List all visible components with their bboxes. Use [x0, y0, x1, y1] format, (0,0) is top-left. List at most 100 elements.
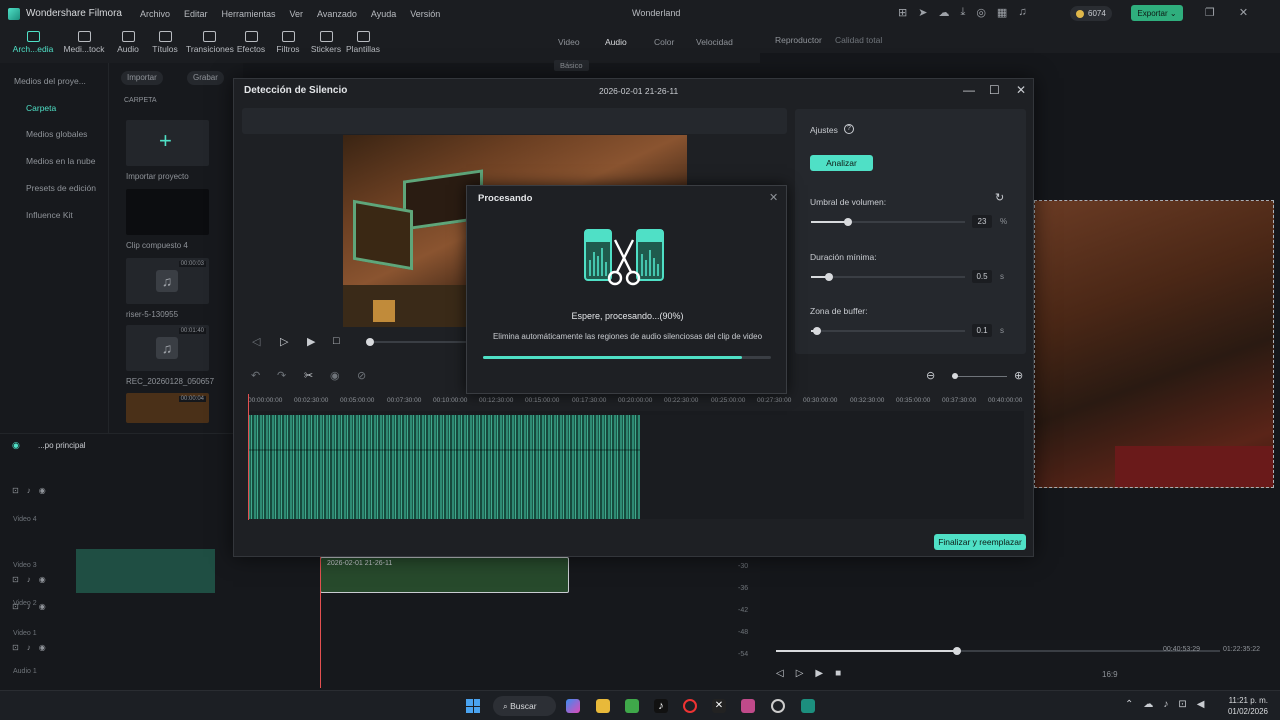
restore-icon[interactable]: ❐	[1205, 6, 1215, 19]
minimize-icon[interactable]: —	[963, 83, 975, 97]
duration-value[interactable]: 0.5	[972, 270, 992, 283]
cloud-icon[interactable]: ☁	[938, 6, 949, 19]
nav-influence-kit[interactable]: Influence Kit	[26, 210, 73, 220]
menu-archivo[interactable]: Archivo	[140, 9, 170, 19]
menu-avanzado[interactable]: Avanzado	[317, 9, 357, 19]
media-item[interactable]: Clip compuesto 4	[126, 189, 209, 250]
timeline-name[interactable]: ...po principal	[38, 441, 86, 450]
track-controls[interactable]: ⊡♪◉	[12, 643, 54, 652]
apps-icon[interactable]: ▦	[997, 6, 1007, 19]
taskbar-clock[interactable]: 11:21 p. m. 01/02/2026	[1220, 695, 1268, 717]
minecraft-icon[interactable]	[625, 699, 639, 713]
menu-ver[interactable]: Ver	[290, 9, 304, 19]
nav-folder[interactable]: Carpeta	[26, 103, 56, 113]
menu-ayuda[interactable]: Ayuda	[371, 9, 396, 19]
analyze-button[interactable]: Analizar	[810, 155, 873, 171]
close-window-icon[interactable]: ✕	[1239, 6, 1248, 19]
media-item[interactable]: 00:01:40 ♫ REC_20260128_050657	[126, 325, 214, 386]
tool-stock[interactable]: Medi...tock	[62, 31, 106, 54]
play-icon[interactable]: ▶	[307, 335, 315, 348]
zoom-in-icon[interactable]: ⊕	[1014, 369, 1023, 382]
opera-icon[interactable]	[683, 699, 697, 713]
obs-icon[interactable]	[771, 699, 785, 713]
audio-clip[interactable]	[76, 549, 215, 593]
volume-knob[interactable]	[843, 218, 852, 226]
file-explorer-icon[interactable]	[596, 699, 610, 713]
dialog-scrubber-knob[interactable]	[366, 338, 374, 346]
tool-templates[interactable]: Plantillas	[341, 31, 385, 54]
buffer-value[interactable]: 0.1	[972, 324, 992, 337]
tab-color[interactable]: Color	[654, 37, 674, 47]
close-processing-icon[interactable]: ✕	[769, 191, 778, 204]
record-button[interactable]: Grabar	[187, 71, 224, 85]
app-icon[interactable]	[741, 699, 755, 713]
menu-editar[interactable]: Editar	[184, 9, 208, 19]
redo-icon[interactable]: ↷	[277, 369, 286, 382]
credits-badge[interactable]: 6074	[1070, 6, 1112, 21]
help-icon[interactable]: ?	[844, 124, 854, 134]
dialog-audio-track[interactable]	[248, 411, 1024, 519]
zoom-knob[interactable]	[952, 373, 958, 379]
gift-icon[interactable]: ⊞	[898, 6, 907, 19]
taskbar-search[interactable]: ⌕ Buscar	[493, 696, 556, 716]
import-button[interactable]: Importar	[121, 71, 163, 85]
capcut-icon[interactable]: ✕	[712, 699, 726, 713]
player-preview[interactable]	[1034, 200, 1274, 488]
dialog-scrubber[interactable]	[374, 341, 474, 343]
media-item[interactable]: 00:00:04	[126, 393, 209, 423]
tool-titles[interactable]: Títulos	[143, 31, 187, 54]
duration-knob[interactable]	[825, 273, 834, 281]
prev-frame-icon[interactable]: ◁	[252, 335, 260, 348]
send-icon[interactable]: ➤	[918, 6, 927, 19]
tiktok-icon[interactable]: ♪	[654, 699, 668, 713]
duration-slider[interactable]	[811, 273, 965, 281]
track-controls[interactable]: ⊡♪◉	[12, 486, 54, 495]
nav-cloud-media[interactable]: Medios en la nube	[26, 156, 95, 166]
buffer-knob[interactable]	[813, 327, 822, 335]
playback-controls[interactable]: ◁▷▶■	[776, 668, 853, 679]
video-clip[interactable]: 2026-02-01 21-26-11	[320, 557, 569, 593]
undo-icon[interactable]: ↶	[251, 369, 260, 382]
menu-herramientas[interactable]: Herramientas	[222, 9, 276, 19]
maximize-icon[interactable]: ☐	[989, 83, 1000, 97]
import-project-tile[interactable]: + Importar proyecto	[126, 120, 209, 181]
filmora-taskbar-icon[interactable]	[801, 699, 815, 713]
volume-slider[interactable]	[811, 218, 965, 226]
tab-video[interactable]: Video	[558, 37, 580, 47]
reset-icon[interactable]: ↻	[995, 191, 1004, 204]
system-tray[interactable]: ⌃☁♪⊡◀	[1125, 699, 1214, 710]
player-scrubber[interactable]	[776, 647, 1220, 655]
dialog-playhead[interactable]	[248, 394, 249, 520]
close-dialog-icon[interactable]: ✕	[1016, 83, 1026, 97]
menu-version[interactable]: Versión	[410, 9, 440, 19]
tab-basic[interactable]: Básico	[554, 60, 589, 71]
tool-media[interactable]: Arch...edia	[11, 31, 55, 54]
zoom-slider[interactable]	[952, 376, 1007, 377]
buffer-slider[interactable]	[811, 327, 965, 335]
scissors-icon[interactable]: ✂	[304, 369, 313, 382]
track-controls[interactable]: ⊡♪◉	[12, 575, 54, 584]
support-icon[interactable]: ◎	[976, 6, 986, 19]
tool-transitions[interactable]: Transiciones	[186, 31, 234, 54]
finish-and-replace-button[interactable]: Finalizar y reemplazar	[934, 534, 1026, 550]
volume-value[interactable]: 23	[972, 215, 992, 228]
next-frame-icon[interactable]: ▷	[280, 335, 288, 348]
track-controls[interactable]: ⊡♪◉	[12, 602, 54, 611]
tab-speed[interactable]: Velocidad	[696, 37, 733, 47]
media-item[interactable]: 00:00:03 ♫ riser-5-130955	[126, 258, 209, 319]
copilot-icon[interactable]	[566, 699, 580, 713]
ratio-select[interactable]: 16:9	[1102, 670, 1118, 679]
windows-start-icon[interactable]	[466, 699, 480, 713]
export-button[interactable]: Exportar ⌄	[1131, 5, 1183, 21]
tab-audio[interactable]: Audio	[605, 37, 627, 47]
zoom-out-icon[interactable]: ⊖	[926, 369, 935, 382]
hide-icon[interactable]: ⊘	[357, 369, 366, 382]
quality-select[interactable]: Calidad total	[835, 35, 882, 45]
nav-global-media[interactable]: Medios globales	[26, 129, 87, 139]
stop-icon[interactable]: □	[333, 335, 340, 347]
eye-icon[interactable]: ◉	[330, 369, 340, 382]
nav-project-media[interactable]: Medios del proye...	[14, 76, 86, 86]
download-icon[interactable]: ⤓	[960, 6, 965, 19]
notification-icon[interactable]: ♫	[1018, 6, 1026, 19]
nav-edit-presets[interactable]: Presets de edición	[26, 183, 96, 193]
